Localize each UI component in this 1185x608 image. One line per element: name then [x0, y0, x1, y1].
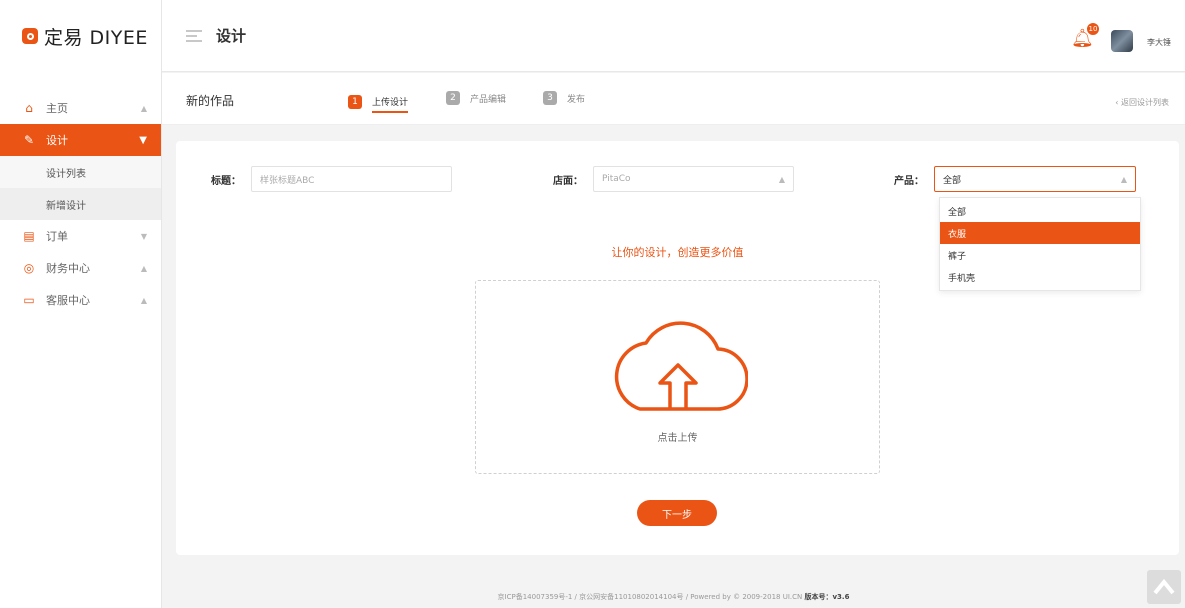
- step-label: 发布: [567, 94, 586, 105]
- menu-toggle-icon[interactable]: [186, 29, 202, 42]
- shop-label: 店面：: [553, 175, 583, 187]
- chevron-up-icon: ▲: [140, 295, 147, 305]
- sidebar-subitem-new-design[interactable]: 新增设计: [0, 188, 161, 220]
- chevron-up-icon: ▲: [140, 103, 147, 113]
- document-icon: ▤: [23, 229, 35, 243]
- chevron-down-icon: ▼: [139, 134, 147, 146]
- sidebar-item-orders[interactable]: ▤ 订单 ▼: [0, 220, 161, 252]
- notification-bell[interactable]: 🔔︎ 10: [1071, 22, 1100, 50]
- version-label: 版本号：v3.6: [804, 593, 850, 601]
- next-step-button[interactable]: 下一步: [637, 500, 717, 526]
- back-to-top-button[interactable]: [1147, 570, 1181, 604]
- cloud-upload-icon: [614, 321, 748, 411]
- title-field: 标题： 样张标题ABC: [211, 166, 452, 192]
- step-upload[interactable]: 1 上传设计: [348, 91, 409, 113]
- shop-value: PitaCo: [602, 174, 631, 184]
- step-publish[interactable]: 3 发布: [543, 91, 585, 105]
- chevron-down-icon: ▼: [140, 231, 147, 241]
- sub-header: 新的作品 1 上传设计 2 产品编辑 3 发布 ‹ 返回设计列表: [162, 73, 1185, 125]
- logo[interactable]: 定易 DIYEE: [0, 0, 161, 72]
- back-to-list-link[interactable]: ‹ 返回设计列表: [1115, 97, 1169, 108]
- sidebar-item-label: 主页: [46, 102, 68, 115]
- title-placeholder: 样张标题ABC: [260, 175, 315, 186]
- chevron-up-icon: ▲: [140, 263, 147, 273]
- sidebar-item-finance[interactable]: ◎ 财务中心 ▲: [0, 252, 161, 284]
- product-label: 产品：: [894, 175, 924, 187]
- brand-name: 定易 DIYEE: [44, 26, 148, 49]
- upload-card: 标题： 样张标题ABC 店面： PitaCo ▲ 产品： 全部 ▲ 全部 衣服 …: [176, 141, 1179, 555]
- avatar[interactable]: [1111, 30, 1133, 52]
- footer: 京ICP备14007359号-1 / 京公网安备11010802014104号 …: [162, 592, 1185, 602]
- home-icon: ⌂: [25, 101, 33, 115]
- step-edit[interactable]: 2 产品编辑: [446, 91, 506, 105]
- sidebar: 定易 DIYEE ⌂ 主页 ▲ ✎ 设计 ▼ 设计列表 新增设计 ▤ 订单 ▼ …: [0, 0, 162, 608]
- sidebar-item-label: 客服中心: [46, 294, 90, 307]
- sidebar-item-label: 订单: [46, 230, 68, 243]
- arrow-up-icon: [1153, 578, 1175, 595]
- product-value: 全部: [943, 175, 962, 186]
- username[interactable]: 李大锤: [1147, 37, 1171, 48]
- step-number: 1: [348, 95, 362, 109]
- sidebar-subitem-label: 新增设计: [46, 200, 86, 212]
- pencil-icon: ✎: [23, 133, 35, 147]
- sidebar-item-label: 财务中心: [46, 262, 90, 275]
- product-field: 产品： 全部 ▲: [894, 166, 1136, 192]
- title-input[interactable]: 样张标题ABC: [251, 166, 452, 192]
- sidebar-item-label: 设计: [46, 134, 68, 147]
- dropdown-option[interactable]: 手机壳: [940, 266, 1140, 288]
- step-number: 3: [543, 91, 557, 105]
- sidebar-item-support[interactable]: ▭ 客服中心 ▲: [0, 284, 161, 316]
- chevron-up-icon: ▲: [1120, 175, 1127, 184]
- chevron-up-icon: ▲: [778, 175, 785, 184]
- chat-icon: ▭: [23, 293, 35, 307]
- product-select[interactable]: 全部 ▲: [934, 166, 1136, 192]
- dropdown-option[interactable]: 全部: [940, 200, 1140, 222]
- top-bar: 设计 🔔︎ 10 李大锤: [162, 0, 1185, 72]
- sidebar-item-design[interactable]: ✎ 设计 ▼: [0, 124, 161, 156]
- section-title: 新的作品: [186, 94, 235, 108]
- dropdown-option[interactable]: 衣服: [940, 222, 1140, 244]
- sidebar-subitem-design-list[interactable]: 设计列表: [0, 156, 161, 188]
- sidebar-subitem-label: 设计列表: [46, 168, 86, 180]
- page-title: 设计: [216, 27, 247, 45]
- step-number: 2: [446, 91, 460, 105]
- sidebar-item-home[interactable]: ⌂ 主页 ▲: [0, 92, 161, 124]
- title-label: 标题：: [211, 175, 241, 187]
- footer-text: 京ICP备14007359号-1 / 京公网安备11010802014104号 …: [497, 593, 803, 601]
- upload-label: 点击上传: [657, 433, 698, 444]
- sidebar-nav: ⌂ 主页 ▲ ✎ 设计 ▼ 设计列表 新增设计 ▤ 订单 ▼ ◎ 财务中心 ▲ …: [0, 92, 161, 316]
- logo-icon: [22, 28, 38, 44]
- step-label: 产品编辑: [470, 94, 507, 105]
- coin-icon: ◎: [23, 261, 35, 275]
- shop-field: 店面： PitaCo ▲: [553, 166, 794, 192]
- upload-slogan: 让你的设计，创造更多价值: [611, 246, 744, 259]
- notification-badge: 10: [1086, 22, 1100, 36]
- step-label: 上传设计: [372, 95, 409, 113]
- back-link-label: 返回设计列表: [1121, 98, 1169, 107]
- upload-dropzone[interactable]: 点击上传: [475, 280, 880, 474]
- shop-select[interactable]: PitaCo ▲: [593, 166, 794, 192]
